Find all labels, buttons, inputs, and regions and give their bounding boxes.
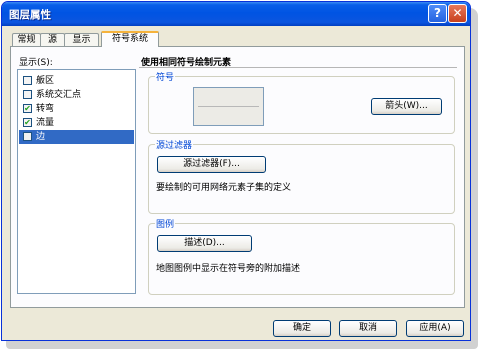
cancel-button[interactable]: 取消 [339,320,397,337]
checkbox[interactable]: ✔ [23,104,32,113]
legend-group: 图例 描述(D)... 地图图例中显示在符号旁的附加描述 [148,217,455,295]
apply-button[interactable]: 应用(A) [406,320,464,337]
legend-description: 地图图例中显示在符号旁的附加描述 [156,264,301,274]
list-item[interactable]: 系统交汇点 [19,88,134,102]
tab-source[interactable]: 源 [40,33,65,46]
description-button[interactable]: 描述(D)... [157,235,252,252]
tab-symbology[interactable]: 符号系统 [101,31,159,47]
list-item[interactable]: ✔ 转弯 [19,102,134,116]
tab-general[interactable]: 常规 [12,33,41,46]
list-item-label: 边 [36,132,46,142]
filter-description: 要绘制的可用网络元素子集的定义 [156,183,292,193]
filter-group: 源过滤器 源过滤器(F)... 要绘制的可用网络元素子集的定义 [148,138,455,214]
title-bar[interactable]: 图层属性 ? ✕ [2,2,470,26]
dialog-title: 图层属性 [9,9,51,21]
checkbox[interactable]: ✔ [23,118,32,127]
list-item[interactable]: 边 [19,130,134,144]
check-icon: ✔ [24,104,31,113]
source-filter-button[interactable]: 源过滤器(F)... [157,156,266,173]
filter-group-title: 源过滤器 [155,138,194,151]
symbol-preview[interactable] [193,87,264,126]
symbol-preview-line [198,106,259,107]
display-label: 显示(S): [19,58,53,68]
list-item-label: 舨区 [36,76,55,86]
arrow-button[interactable]: 箭头(W)... [371,98,442,115]
legend-group-title: 图例 [155,217,176,230]
list-item[interactable]: 舨区 [19,74,134,88]
symbol-group-title: 符号 [155,70,176,83]
help-button[interactable]: ? [428,4,447,23]
list-item-label: 系统交汇点 [36,90,82,100]
symbol-group: 符号 箭头(W)... [148,70,455,134]
divider [139,67,457,68]
list-item-label: 转弯 [36,104,55,114]
symbology-panel: 显示(S): 舨区 系统交汇点 ✔ 转弯 ✔ 流量 边 使用相同符号绘制元素 符… [10,46,465,308]
close-button[interactable]: ✕ [448,4,467,23]
ok-button[interactable]: 确定 [273,320,331,337]
display-list[interactable]: 舨区 系统交汇点 ✔ 转弯 ✔ 流量 边 [17,69,136,294]
checkbox[interactable] [23,76,32,85]
tab-display[interactable]: 显示 [64,33,99,46]
help-icon: ? [434,6,441,20]
check-icon: ✔ [24,118,31,127]
list-item[interactable]: ✔ 流量 [19,116,134,130]
close-icon: ✕ [452,6,463,20]
checkbox[interactable] [23,90,32,99]
layer-properties-dialog: 图层属性 ? ✕ 常规 源 显示 符号系统 显示(S): 舨区 系统交汇点 ✔ … [1,1,471,341]
list-item-label: 流量 [36,118,55,128]
checkbox[interactable] [23,132,32,141]
